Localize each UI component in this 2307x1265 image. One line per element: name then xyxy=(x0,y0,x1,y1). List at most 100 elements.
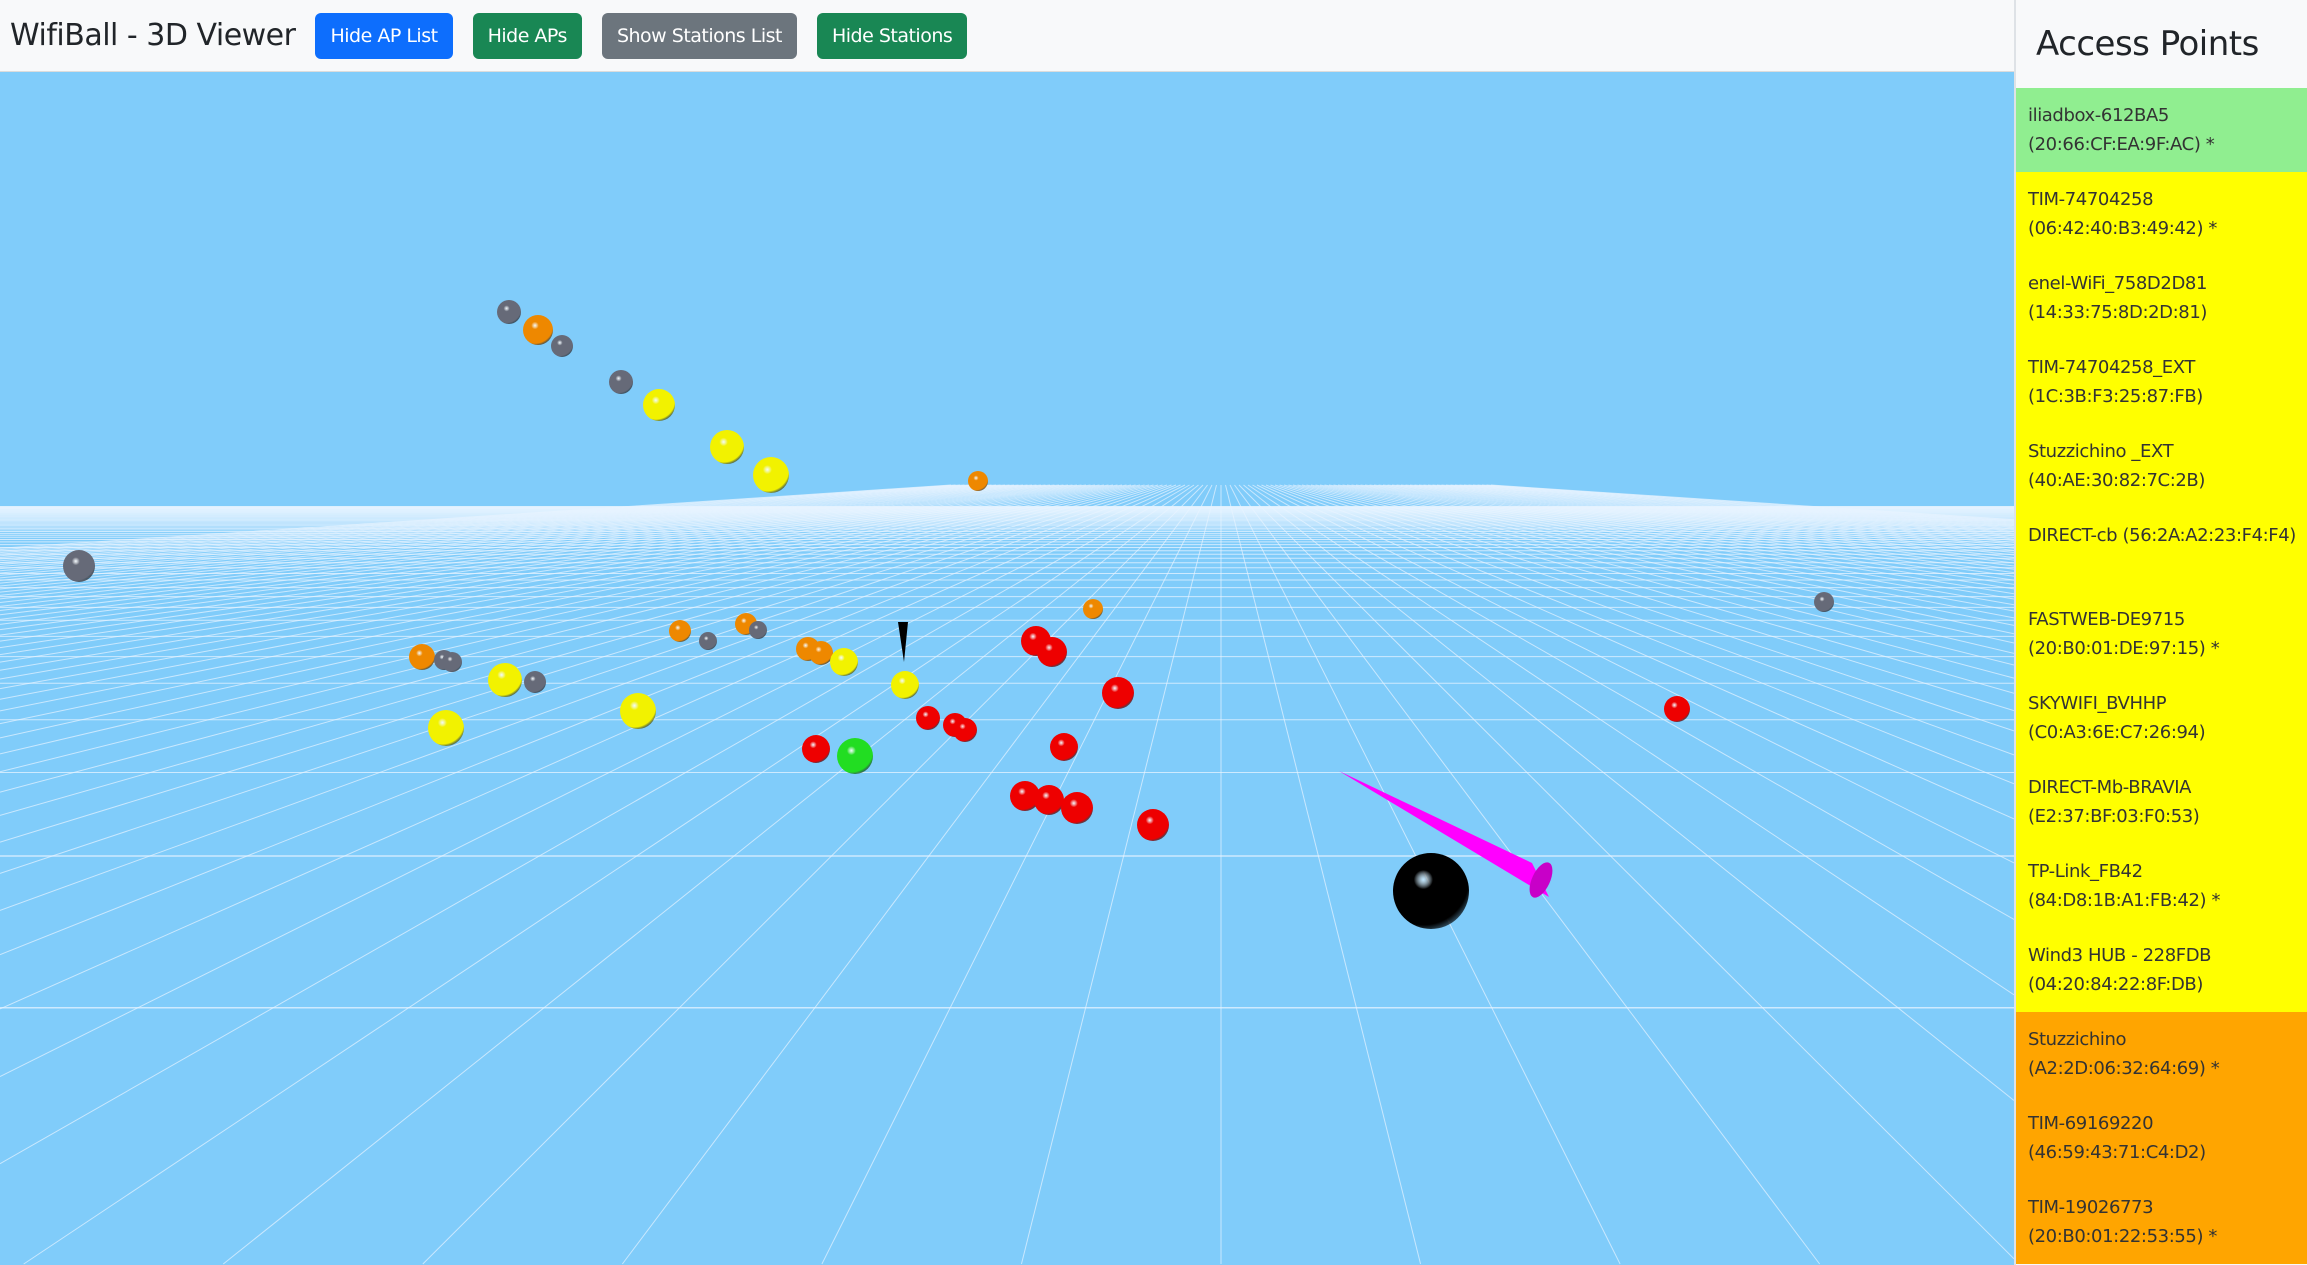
yellow-ap-sphere[interactable] xyxy=(753,457,789,493)
ap-list-item[interactable]: DIRECT-Mb-BRAVIA (E2:37:BF:03:F0:53) xyxy=(2016,760,2307,844)
ap-mac: (20:B0:01:22:53:55) * xyxy=(2028,1226,2218,1247)
red-ap-sphere[interactable] xyxy=(916,706,940,730)
yellow-ap-sphere[interactable] xyxy=(830,648,858,676)
orange-ap-sphere[interactable] xyxy=(669,620,691,642)
green-ap-sphere[interactable] xyxy=(837,738,873,774)
red-ap-sphere[interactable] xyxy=(1664,696,1690,722)
ap-name: DIRECT-Mb-BRAVIA xyxy=(2028,777,2192,798)
red-ap-sphere[interactable] xyxy=(1050,733,1078,761)
3d-viewport[interactable] xyxy=(0,72,2014,1265)
grid-line xyxy=(0,484,1190,1165)
ap-list-item[interactable]: TIM-74704258 (06:42:40:B3:49:42) * xyxy=(2016,172,2307,256)
ap-mac: (06:42:40:B3:49:42) * xyxy=(2028,218,2218,239)
ap-name: FASTWEB-DE9715 xyxy=(2028,609,2185,630)
gray-ap-sphere[interactable] xyxy=(442,652,462,672)
access-points-panel: Access Points iliadbox-612BA5 (20:66:CF:E… xyxy=(2014,0,2307,1265)
ap-name: Stuzzichino xyxy=(2028,1029,2127,1050)
ap-mac: (14:33:75:8D:2D:81) xyxy=(2028,302,2208,323)
grid-line xyxy=(0,484,1046,593)
orange-ap-sphere[interactable] xyxy=(409,644,435,670)
grid-line xyxy=(1225,484,1422,1265)
orange-ap-sphere[interactable] xyxy=(1083,599,1103,619)
grid-line xyxy=(821,484,1213,1265)
yellow-ap-sphere[interactable] xyxy=(710,430,744,464)
ap-list-item[interactable]: Stuzzichino _EXT (40:AE:30:82:7C:2B) xyxy=(2016,424,2307,508)
yellow-ap-sphere[interactable] xyxy=(428,710,464,746)
ap-mac: (A2:2D:06:32:64:69) * xyxy=(2028,1058,2220,1079)
grid-line xyxy=(0,484,1163,843)
ap-mac: (1C:3B:F3:25:87:FB) xyxy=(2028,386,2203,407)
ap-mac: (56:2A:A2:23:F4:F4) xyxy=(2122,525,2297,546)
ap-name: SKYWIFI_BVHHP xyxy=(2028,693,2167,714)
gray-ap-sphere[interactable] xyxy=(749,621,767,639)
ap-name: enel-WiFi_758D2D81 xyxy=(2028,273,2208,294)
hide-aps-button[interactable]: Hide APs xyxy=(472,12,582,59)
ap-name: iliadbox-612BA5 xyxy=(2028,105,2169,126)
ap-mac: (40:AE:30:82:7C:2B) xyxy=(2028,470,2205,491)
gray-ap-sphere[interactable] xyxy=(699,632,717,650)
grid-line xyxy=(23,484,1195,1265)
ap-name: Stuzzichino _EXT xyxy=(2028,441,2174,462)
grid-line xyxy=(1247,484,2014,996)
yellow-ap-sphere[interactable] xyxy=(620,693,656,729)
grid-line xyxy=(1020,484,1217,1265)
ap-list: iliadbox-612BA5 (20:66:CF:EA:9F:AC) * TIM-… xyxy=(2016,88,2307,1264)
ap-mac: (20:B0:01:DE:97:15) * xyxy=(2028,638,2220,659)
gray-ap-sphere[interactable] xyxy=(63,550,95,582)
gray-ap-sphere[interactable] xyxy=(497,300,521,324)
orange-ap-sphere[interactable] xyxy=(968,471,988,491)
red-ap-sphere[interactable] xyxy=(1061,792,1093,824)
ap-name: TIM-74704258_EXT xyxy=(2028,357,2195,378)
selection-marker-icon xyxy=(898,622,908,662)
ap-list-item[interactable]: enel-WiFi_758D2D81 (14:33:75:8D:2D:81) xyxy=(2016,256,2307,340)
ap-list-item[interactable]: FASTWEB-DE9715 (20:B0:01:DE:97:15) * xyxy=(2016,592,2307,676)
top-toolbar: WifiBall - 3D Viewer Hide AP List Hide A… xyxy=(0,0,2014,72)
ap-mac: (20:66:CF:EA:9F:AC) * xyxy=(2028,134,2215,155)
ap-mac: (E2:37:BF:03:F0:53) xyxy=(2028,806,2200,827)
ap-mac: (04:20:84:22:8F:DB) xyxy=(2028,974,2204,995)
ap-list-item[interactable]: TP-Link_FB42 (84:D8:1B:A1:FB:42) * xyxy=(2016,844,2307,928)
red-ap-sphere[interactable] xyxy=(1102,677,1134,709)
red-ap-sphere[interactable] xyxy=(1037,637,1067,667)
red-ap-sphere[interactable] xyxy=(802,735,830,763)
grid-line xyxy=(222,484,1199,1265)
red-ap-sphere[interactable] xyxy=(1137,809,1169,841)
gray-ap-sphere[interactable] xyxy=(551,335,573,357)
ap-list-item[interactable]: TIM-19026773 (20:B0:01:22:53:55) * xyxy=(2016,1180,2307,1264)
ap-list-item[interactable]: SKYWIFI_BVHHP (C0:A3:6E:C7:26:94) xyxy=(2016,676,2307,760)
ap-list-item[interactable]: iliadbox-612BA5 (20:66:CF:EA:9F:AC) * xyxy=(2016,88,2307,172)
grid-line xyxy=(1238,484,2014,1260)
camera-sphere[interactable] xyxy=(1393,853,1469,929)
ap-list-item[interactable]: TIM-69169220 (46:59:43:71:C4:D2) xyxy=(2016,1096,2307,1180)
show-stations-list-button[interactable]: Show Stations List xyxy=(601,12,797,59)
app-title: WifiBall - 3D Viewer xyxy=(10,18,296,53)
ap-name: TIM-69169220 xyxy=(2028,1113,2154,1134)
hide-stations-button[interactable]: Hide Stations xyxy=(816,12,968,59)
gray-ap-sphere[interactable] xyxy=(1814,592,1834,612)
grid-line xyxy=(0,484,1078,620)
ap-list-item[interactable]: TIM-74704258_EXT (1C:3B:F3:25:87:FB) xyxy=(2016,340,2307,424)
grid-line xyxy=(0,484,1033,584)
ap-mac: (C0:A3:6E:C7:26:94) xyxy=(2028,722,2206,743)
red-ap-sphere[interactable] xyxy=(1034,785,1064,815)
ground-grid xyxy=(0,484,2014,1265)
orange-ap-sphere[interactable] xyxy=(809,641,833,665)
grid-line xyxy=(1252,484,2014,920)
orange-ap-sphere[interactable] xyxy=(523,315,553,345)
panel-title: Access Points xyxy=(2036,24,2259,64)
yellow-ap-sphere[interactable] xyxy=(488,663,522,697)
ap-list-item[interactable]: DIRECT-cb (56:2A:A2:23:F4:F4) xyxy=(2016,508,2307,592)
ap-name: DIRECT-cb xyxy=(2028,525,2118,546)
hide-ap-list-button[interactable]: Hide AP List xyxy=(315,12,453,59)
ap-name: TIM-19026773 xyxy=(2028,1197,2154,1218)
yellow-ap-sphere[interactable] xyxy=(891,671,919,699)
gray-ap-sphere[interactable] xyxy=(609,370,633,394)
yellow-ap-sphere[interactable] xyxy=(643,389,675,421)
grid-line xyxy=(422,484,1204,1265)
gray-ap-sphere[interactable] xyxy=(524,671,546,693)
ap-name: TP-Link_FB42 xyxy=(2028,861,2143,882)
ap-list-item[interactable]: Wind3 HUB - 228FDB (04:20:84:22:8F:DB) xyxy=(2016,928,2307,1012)
red-ap-sphere[interactable] xyxy=(953,718,977,742)
ap-mac: (46:59:43:71:C4:D2) xyxy=(2028,1142,2206,1163)
ap-list-item[interactable]: Stuzzichino (A2:2D:06:32:64:69) * xyxy=(2016,1012,2307,1096)
